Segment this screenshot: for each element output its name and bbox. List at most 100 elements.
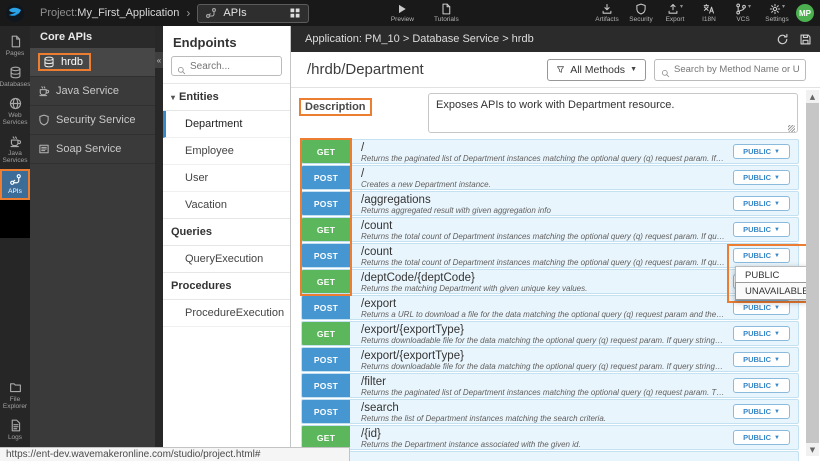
tab-apis[interactable]: APIs (197, 4, 309, 23)
chevron-down-icon: ▼ (774, 201, 780, 207)
endpoint-item-department[interactable]: Department (163, 111, 290, 138)
topbar-tutorials-button[interactable]: Tutorials (431, 0, 461, 26)
endpoint-description: Returns the list of Department instances… (361, 414, 725, 423)
endpoints-section-queries[interactable]: Queries (163, 218, 290, 246)
sidebar-item-pages[interactable]: Pages (0, 31, 30, 62)
endpoint-description: Creates a new Department instance. (361, 180, 725, 189)
topbar-export-button[interactable]: ▾Export (660, 0, 690, 26)
endpoint-item-user[interactable]: User (163, 165, 290, 192)
method-badge: GET (302, 322, 350, 345)
topbar-label: Preview (391, 16, 414, 23)
access-dropdown-button[interactable]: PUBLIC▼ (733, 300, 790, 315)
endpoint-path: / (361, 168, 725, 180)
wavemaker-logo-icon[interactable] (0, 0, 30, 26)
scroll-up-arrow[interactable]: ▲ (806, 90, 819, 103)
scroll-down-arrow[interactable]: ▼ (806, 443, 819, 456)
section-label: Queries (171, 226, 212, 238)
topbar-right-actions: ArtifactsSecurity▾ExportI18N▾VCS▾Setting… (592, 0, 792, 26)
endpoint-path: /export/{exportType} (361, 324, 725, 336)
vertical-scrollbar[interactable]: ▲ ▼ (806, 90, 819, 456)
user-avatar[interactable]: MP (796, 4, 814, 22)
chevron-down-icon: ▼ (774, 409, 780, 415)
endpoint-info: /searchReturns the list of Department in… (350, 400, 733, 423)
api-endpoint-row[interactable]: PUT (301, 451, 799, 461)
api-endpoint-row[interactable]: POST/countReturns the total count of Dep… (301, 243, 799, 268)
method-badge: GET (302, 270, 350, 293)
access-dropdown-menu: PUBLICUNAVAILABLE (735, 266, 809, 300)
access-dropdown-button[interactable]: PUBLIC▼ (733, 352, 790, 367)
access-dropdown-button[interactable]: PUBLIC▼ (733, 378, 790, 393)
endpoint-description: Returns the Department instance associat… (361, 440, 725, 449)
access-dropdown-button[interactable]: PUBLIC▼ (733, 404, 790, 419)
api-endpoint-row[interactable]: GET/countReturns the total count of Depa… (301, 217, 799, 242)
scrollbar-thumb[interactable] (806, 103, 819, 443)
sidebar-item-web-services[interactable]: Web Services (0, 93, 30, 131)
access-option-public[interactable]: PUBLIC (736, 267, 808, 283)
topbar-vcs-button[interactable]: ▾VCS (728, 0, 758, 26)
topbar-preview-button[interactable]: Preview (387, 0, 417, 26)
endpoint-item-queryexecution[interactable]: QueryExecution (163, 246, 290, 273)
access-dropdown-button[interactable]: PUBLIC▼ (733, 144, 790, 159)
endpoint-description: Returns the paginated list of Department… (361, 388, 725, 397)
access-dropdown-button[interactable]: PUBLIC▼ (733, 222, 790, 237)
chevron-down-icon: ▼ (774, 175, 780, 181)
api-endpoint-row[interactable]: POST/Creates a new Department instance.P… (301, 165, 799, 190)
endpoint-info: /countReturns the total count of Departm… (350, 218, 733, 241)
endpoints-search[interactable] (171, 56, 282, 76)
refresh-icon[interactable] (776, 33, 789, 46)
endpoints-section-procedures[interactable]: Procedures (163, 272, 290, 300)
sidebar-item-java-services[interactable]: Java Services (0, 131, 30, 169)
access-option-unavailable[interactable]: UNAVAILABLE (736, 283, 808, 299)
topbar-i18n-button[interactable]: I18N (694, 0, 724, 26)
access-dropdown-button[interactable]: PUBLIC▼ (733, 326, 790, 341)
topbar-label: Export (666, 16, 685, 23)
sidebar-item-databases[interactable]: Databases (0, 62, 30, 93)
api-endpoint-row[interactable]: POST/exportReturns a URL to download a f… (301, 295, 799, 320)
access-dropdown-button[interactable]: PUBLIC▼ (733, 430, 790, 445)
api-endpoint-row[interactable]: GET/Returns the paginated list of Depart… (301, 139, 799, 164)
sidebar-item-file-explorer[interactable]: File Explorer (0, 377, 30, 415)
api-endpoint-row[interactable]: POST/searchReturns the list of Departmen… (301, 399, 799, 424)
sidebar-item-logs[interactable]: Logs (0, 415, 30, 446)
sidebar-item-apis[interactable]: APIs (0, 169, 30, 200)
collapse-panel-button[interactable]: « (155, 52, 163, 68)
api-endpoint-row[interactable]: POST/aggregationsReturns aggregated resu… (301, 191, 799, 216)
gear-icon (769, 3, 781, 15)
topbar-security-button[interactable]: Security (626, 0, 656, 26)
vcs-icon (735, 3, 747, 15)
api-endpoint-row[interactable]: POST/export/{exportType}Returns download… (301, 347, 799, 372)
api-endpoint-row[interactable]: GET/deptCode/{deptCode}Returns the match… (301, 269, 799, 294)
grid-icon[interactable] (289, 7, 301, 19)
panel-divider: « (155, 26, 163, 461)
api-header: /hrdb/Department All Methods ▼ (291, 52, 820, 88)
topbar-settings-button[interactable]: ▾Settings (762, 0, 792, 26)
access-dropdown-button[interactable]: PUBLIC▼ (733, 196, 790, 211)
core-api-soap-service[interactable]: Soap Service (30, 135, 155, 164)
endpoints-search-input[interactable] (190, 61, 276, 72)
core-api-security-service[interactable]: Security Service (30, 106, 155, 135)
chevron-down-icon: ▾ (782, 3, 785, 10)
endpoint-item-vacation[interactable]: Vacation (163, 192, 290, 219)
endpoints-section-entities[interactable]: ▾Entities (163, 83, 290, 111)
save-icon[interactable] (799, 33, 812, 46)
endpoint-description: Returns downloadable file for the data m… (361, 336, 725, 345)
project-name[interactable]: Project:My_First_Application (40, 7, 179, 19)
api-endpoint-row[interactable]: GET/export/{exportType}Returns downloada… (301, 321, 799, 346)
doc-icon (440, 3, 452, 15)
access-dropdown-button[interactable]: PUBLIC▼ (733, 170, 790, 185)
all-methods-dropdown[interactable]: All Methods ▼ (547, 59, 646, 81)
endpoint-item-procedureexecution[interactable]: ProcedureExecution (163, 300, 290, 327)
upload-icon (667, 3, 679, 15)
topbar-artifacts-button[interactable]: Artifacts (592, 0, 622, 26)
api-endpoint-row[interactable]: GET/{id}Returns the Department instance … (301, 425, 799, 450)
access-dropdown-button[interactable]: PUBLIC▼ (733, 248, 790, 263)
endpoint-info: /Creates a new Department instance. (350, 166, 733, 189)
description-textarea[interactable] (428, 93, 798, 133)
tab-apis-label: APIs (223, 7, 283, 19)
core-api-hrdb[interactable]: hrdb (30, 48, 155, 77)
api-endpoint-row[interactable]: POST/filterReturns the paginated list of… (301, 373, 799, 398)
method-search[interactable] (654, 59, 806, 81)
endpoint-item-employee[interactable]: Employee (163, 138, 290, 165)
core-api-java-service[interactable]: Java Service (30, 77, 155, 106)
method-search-input[interactable] (674, 64, 799, 75)
